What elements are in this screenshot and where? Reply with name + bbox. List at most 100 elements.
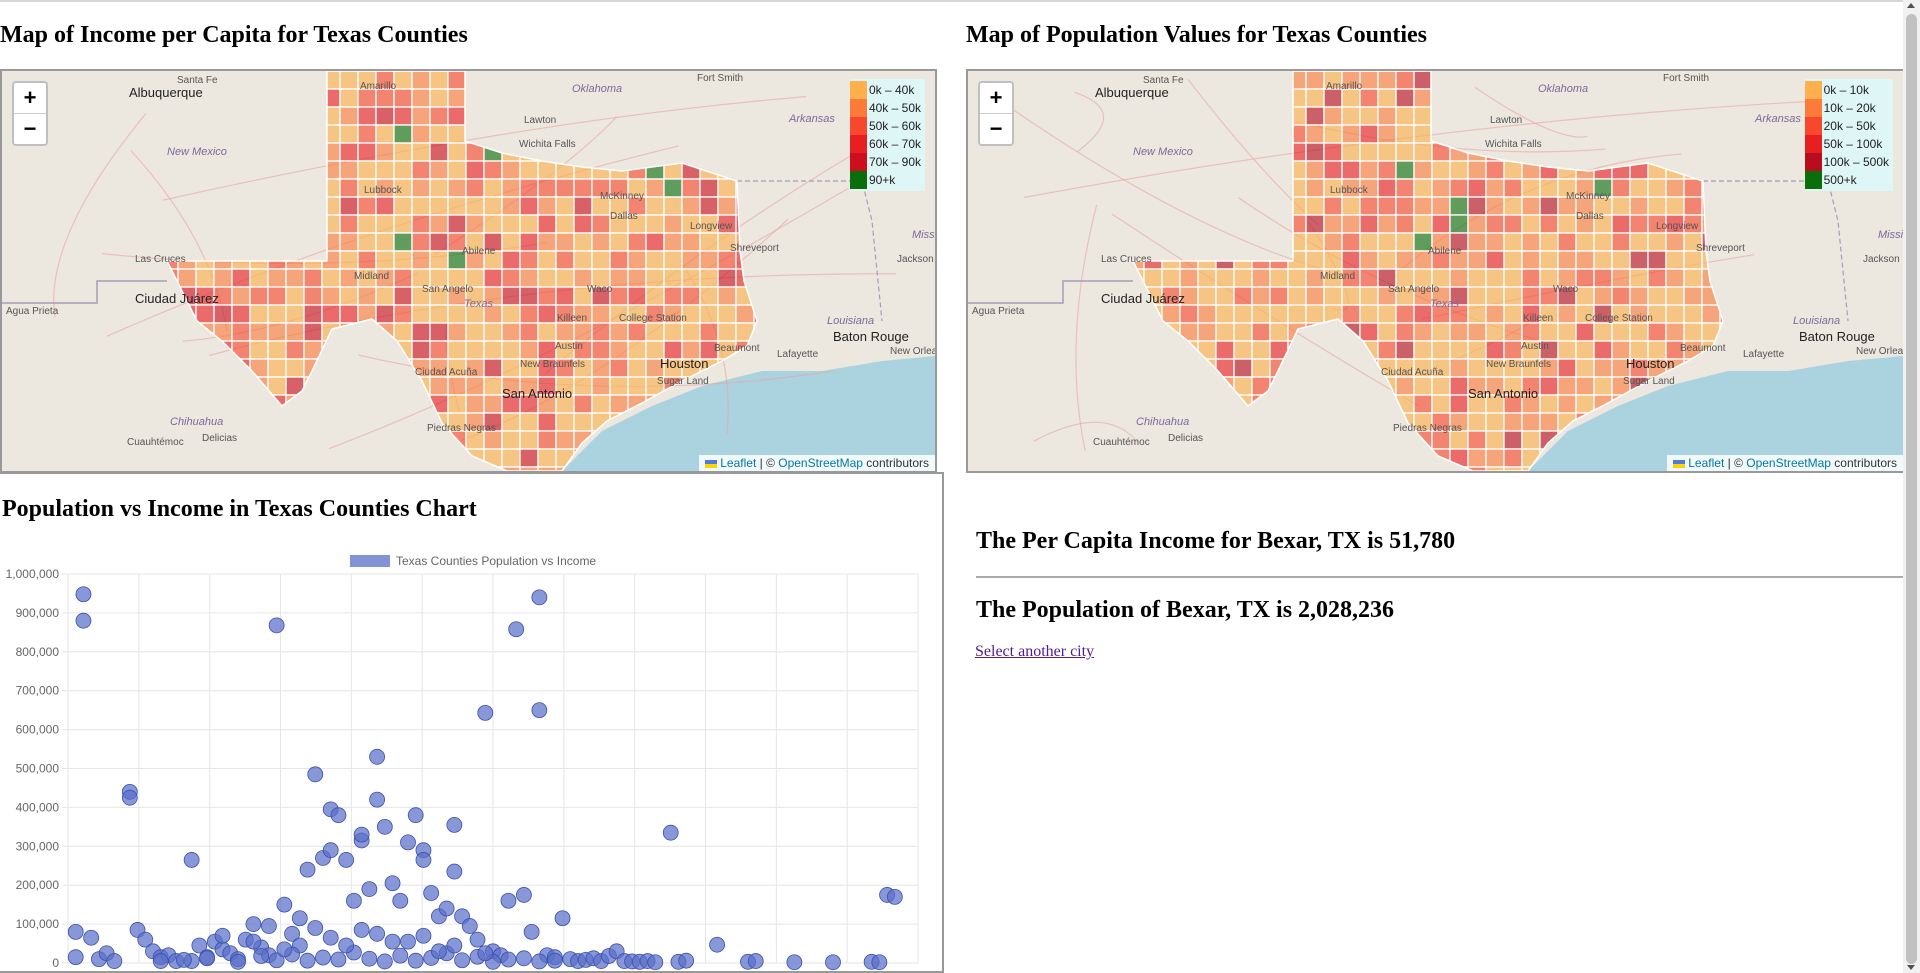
scatter-point[interactable]: [554, 910, 571, 927]
scatter-point[interactable]: [245, 933, 262, 950]
scatter-point[interactable]: [369, 748, 385, 765]
scatter-point[interactable]: [361, 950, 378, 967]
chart-legend[interactable]: Texas Counties Population vs Income: [350, 554, 596, 568]
scatter-point[interactable]: [83, 929, 100, 946]
scatter-point[interactable]: [446, 817, 463, 833]
scatter-point[interactable]: [183, 852, 200, 868]
scatter-point[interactable]: [546, 952, 563, 969]
scatter-point[interactable]: [469, 931, 486, 948]
zoom-in-button[interactable]: +: [980, 83, 1012, 113]
scatter-point[interactable]: [322, 842, 339, 859]
scatter-point[interactable]: [261, 918, 277, 934]
scroll-up-arrow-icon[interactable]: [1907, 3, 1915, 8]
zoom-out-button[interactable]: −: [14, 113, 46, 144]
scatter-point[interactable]: [516, 950, 532, 967]
scatter-point[interactable]: [500, 951, 517, 968]
scatter-point[interactable]: [678, 952, 695, 969]
scatter-point[interactable]: [531, 702, 548, 719]
scatter-point[interactable]: [67, 949, 84, 966]
scatter-point[interactable]: [477, 945, 494, 962]
scatter-point[interactable]: [531, 953, 548, 970]
leaflet-link[interactable]: Leaflet: [720, 456, 756, 470]
scatter-point[interactable]: [121, 789, 138, 806]
scatter-point[interactable]: [392, 892, 409, 909]
scroll-thumb[interactable]: [1906, 14, 1917, 964]
scatter-point[interactable]: [268, 617, 285, 634]
scatter-point[interactable]: [338, 852, 355, 868]
scatter-point[interactable]: [531, 589, 548, 606]
scatter-point[interactable]: [376, 818, 393, 835]
scatter-point[interactable]: [307, 766, 324, 783]
scatter-point[interactable]: [199, 950, 215, 967]
scatter-point[interactable]: [369, 925, 385, 942]
scatter-point[interactable]: [446, 863, 463, 880]
income-map[interactable]: Santa Fe Albuquerque New Mexico Amarillo Okl…: [0, 69, 937, 473]
scatter-point[interactable]: [786, 954, 803, 971]
scatter-point[interactable]: [747, 953, 764, 969]
scatter-point[interactable]: [446, 937, 463, 954]
scatter-point[interactable]: [315, 949, 331, 966]
osm-link[interactable]: OpenStreetMap: [778, 456, 863, 470]
scatter-point[interactable]: [353, 826, 370, 843]
scatter-point[interactable]: [299, 861, 316, 878]
scatter-point[interactable]: [886, 888, 903, 905]
zoom-in-button[interactable]: +: [14, 83, 46, 113]
scatter-point[interactable]: [407, 952, 424, 969]
scatter-point[interactable]: [376, 953, 393, 970]
scatter-point[interactable]: [423, 885, 440, 901]
scatter-point[interactable]: [438, 900, 455, 917]
scatter-point[interactable]: [825, 954, 841, 971]
zoom-out-button[interactable]: −: [980, 113, 1012, 144]
scatter-point[interactable]: [461, 918, 478, 934]
scatter-point[interactable]: [662, 824, 679, 841]
scatter-point[interactable]: [516, 887, 532, 903]
select-another-city-link[interactable]: Select another city: [975, 643, 1094, 661]
scatter-point[interactable]: [353, 922, 370, 938]
scatter-point[interactable]: [276, 896, 293, 913]
scatter-point[interactable]: [330, 807, 347, 824]
scatter-point[interactable]: [176, 951, 192, 968]
scatter-point[interactable]: [291, 910, 308, 927]
scatter-point[interactable]: [454, 952, 470, 969]
scatter-point[interactable]: [400, 933, 416, 950]
scatter-point[interactable]: [106, 953, 123, 969]
scatter-point[interactable]: [361, 881, 378, 897]
scatter-point[interactable]: [508, 621, 525, 638]
scatter-point[interactable]: [384, 933, 401, 950]
scatter-point[interactable]: [477, 704, 494, 721]
scatter-point[interactable]: [75, 586, 92, 603]
scatter-point[interactable]: [415, 852, 432, 868]
scatter-point[interactable]: [431, 943, 447, 960]
scatter-point[interactable]: [523, 923, 540, 940]
scatter-point[interactable]: [709, 936, 725, 953]
scatter-point[interactable]: [338, 937, 355, 954]
scatter-point[interactable]: [214, 927, 231, 944]
scatter-point[interactable]: [322, 929, 339, 946]
scatter-point[interactable]: [230, 953, 246, 970]
scatter-point[interactable]: [407, 807, 424, 824]
scatter-point[interactable]: [67, 923, 84, 940]
scatter-point[interactable]: [75, 612, 92, 629]
scatter-point[interactable]: [276, 941, 293, 958]
scatter-point[interactable]: [369, 791, 385, 808]
vertical-scrollbar[interactable]: [1903, 0, 1920, 973]
scatter-point[interactable]: [307, 920, 324, 936]
scroll-down-arrow-icon[interactable]: [1907, 965, 1915, 970]
scatter-point[interactable]: [500, 892, 517, 909]
scatter-point[interactable]: [245, 916, 262, 933]
scatter-point[interactable]: [253, 948, 270, 964]
scatter-point[interactable]: [392, 947, 409, 964]
scatter-point[interactable]: [330, 951, 347, 968]
scatter-point[interactable]: [152, 953, 169, 969]
leaflet-link[interactable]: Leaflet: [1688, 456, 1724, 470]
osm-link[interactable]: OpenStreetMap: [1746, 456, 1831, 470]
scatter-point[interactable]: [400, 834, 416, 851]
scatter-point[interactable]: [346, 892, 362, 909]
scatter-point[interactable]: [871, 954, 888, 971]
scatter-chart[interactable]: Texas Counties Population vs Income 0 100,…: [0, 474, 942, 973]
scatter-point[interactable]: [647, 954, 664, 971]
scatter-point[interactable]: [299, 952, 316, 969]
scatter-point[interactable]: [384, 875, 401, 892]
scatter-point[interactable]: [415, 927, 432, 944]
population-map[interactable]: Santa Fe Albuquerque New Mexico Amarillo Okl…: [966, 69, 1905, 473]
